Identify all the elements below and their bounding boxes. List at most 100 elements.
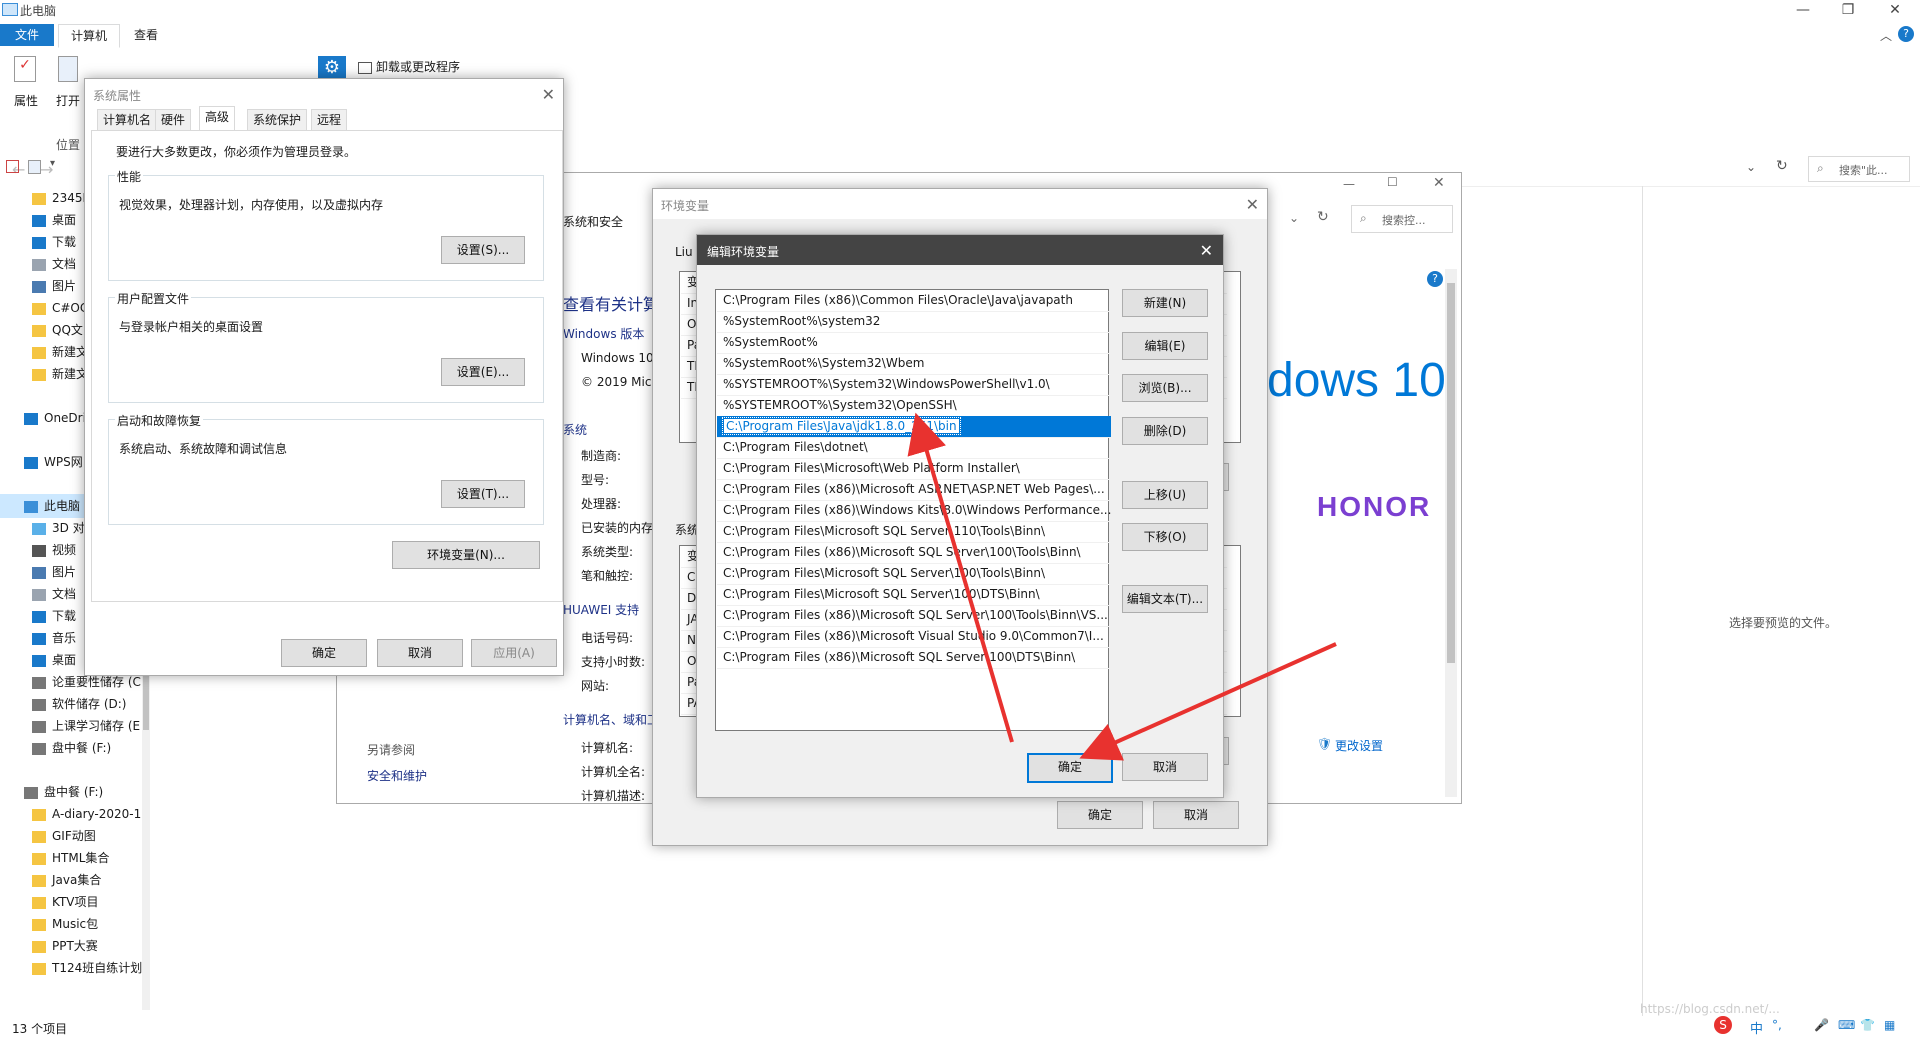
- close-icon[interactable]: ✕: [1200, 241, 1213, 260]
- path-entry[interactable]: C:\Program Files\Microsoft\Web Platform …: [717, 458, 1111, 480]
- security-link[interactable]: 安全和维护: [367, 767, 427, 784]
- sidebar-item[interactable]: 上课学习储存 (E: [0, 714, 152, 738]
- tab-hardware[interactable]: 硬件: [155, 109, 192, 130]
- profile-settings-button[interactable]: 设置(E)...: [441, 358, 525, 386]
- chevron-down-icon[interactable]: ⌄: [1289, 211, 1299, 225]
- ok-button[interactable]: 确定: [1027, 753, 1113, 783]
- path-entry[interactable]: %SYSTEMROOT%\System32\WindowsPowerShell\…: [717, 374, 1111, 396]
- scroll-thumb[interactable]: [1447, 283, 1455, 663]
- keyboard-icon[interactable]: ⌨: [1838, 1018, 1855, 1032]
- sidebar-item[interactable]: A-diary-2020-1: [0, 802, 152, 826]
- grid-icon[interactable]: ▦: [1884, 1018, 1895, 1032]
- open-icon[interactable]: [58, 56, 78, 82]
- settings-icon[interactable]: ⚙: [318, 56, 346, 80]
- path-entry[interactable]: C:\Program Files (x86)\Microsoft ASP.NET…: [717, 479, 1111, 501]
- change-settings-link[interactable]: 更改设置: [1335, 737, 1383, 754]
- environment-variables-button[interactable]: 环境变量(N)...: [392, 541, 540, 569]
- ok-button[interactable]: 确定: [281, 639, 367, 667]
- dropdown-icon[interactable]: ⌄: [1746, 160, 1756, 174]
- sidebar-item[interactable]: Java集合: [0, 868, 152, 892]
- tab-view[interactable]: 查看: [122, 24, 170, 46]
- cancel-button[interactable]: 取消: [1153, 801, 1239, 829]
- close-icon[interactable]: ✕: [542, 85, 555, 104]
- sidebar-item[interactable]: HTML集合: [0, 846, 152, 870]
- scrollbar[interactable]: [1445, 269, 1457, 797]
- minimize-icon[interactable]: —: [1343, 177, 1355, 191]
- move-down-button[interactable]: 下移(O): [1122, 523, 1208, 551]
- startup-settings-button[interactable]: 设置(T)...: [441, 480, 525, 508]
- search-box[interactable]: ⌕ 搜索"此...: [1808, 156, 1910, 182]
- sidebar-item-label: QQ文: [52, 323, 83, 337]
- tab-computer[interactable]: 计算机: [58, 24, 121, 48]
- refresh-icon[interactable]: ↻: [1776, 158, 1788, 174]
- performance-settings-button[interactable]: 设置(S)...: [441, 236, 525, 264]
- cancel-button[interactable]: 取消: [1122, 753, 1208, 781]
- control-search-box[interactable]: ⌕ 搜索控...: [1351, 205, 1453, 233]
- path-entry[interactable]: C:\Program Files\Microsoft SQL Server\10…: [717, 563, 1111, 585]
- path-entry[interactable]: C:\Program Files (x86)\Microsoft SQL Ser…: [717, 605, 1111, 627]
- sidebar-item[interactable]: PPT大赛: [0, 934, 152, 958]
- chevron-up-icon[interactable]: ︿: [1880, 27, 1892, 44]
- sogou-icon[interactable]: S: [1714, 1016, 1732, 1034]
- path-entry[interactable]: C:\Program Files\Java\jdk1.8.0_251\bin: [717, 416, 1111, 438]
- sidebar-item[interactable]: KTV项目: [0, 890, 152, 914]
- move-up-button[interactable]: 上移(U): [1122, 481, 1208, 509]
- refresh-icon[interactable]: ↻: [1317, 209, 1329, 225]
- close-icon[interactable]: ✕: [1246, 195, 1259, 214]
- mic-icon[interactable]: 🎤: [1814, 1018, 1829, 1032]
- sidebar-item[interactable]: T124班自练计划: [0, 956, 152, 980]
- sidebar-item[interactable]: GIF动图: [0, 824, 152, 848]
- path-entry[interactable]: C:\Program Files (x86)\Microsoft SQL Ser…: [717, 542, 1111, 564]
- shirt-icon[interactable]: 👕: [1860, 1018, 1875, 1032]
- path-entry[interactable]: C:\Program Files (x86)\Microsoft Visual …: [717, 626, 1111, 648]
- path-entry[interactable]: C:\Program Files\Microsoft SQL Server\10…: [717, 584, 1111, 606]
- tab-system-protection[interactable]: 系统保护: [247, 109, 308, 130]
- ime-icon[interactable]: 中: [1750, 1018, 1763, 1037]
- punct-icon[interactable]: °,: [1772, 1018, 1782, 1032]
- uninstall-label[interactable]: 卸载或更改程序: [376, 58, 460, 75]
- checkbox-icon[interactable]: [6, 160, 19, 173]
- delete-button[interactable]: 删除(D): [1122, 417, 1208, 445]
- edit-button[interactable]: 编辑(E): [1122, 332, 1208, 360]
- sidebar-item[interactable]: Music包: [0, 912, 152, 936]
- ok-button[interactable]: 确定: [1057, 801, 1143, 829]
- path-entry[interactable]: %SYSTEMROOT%\System32\OpenSSH\: [717, 395, 1111, 417]
- sidebar-item[interactable]: 软件储存 (D:): [0, 692, 152, 716]
- path-entry[interactable]: %SystemRoot%: [717, 332, 1111, 354]
- sidebar-item[interactable]: 盘中餐 (F:): [0, 736, 152, 760]
- phone-label: 电话号码:: [581, 631, 634, 645]
- path-entry[interactable]: %SystemRoot%\system32: [717, 311, 1111, 333]
- tab-remote[interactable]: 远程: [311, 109, 348, 130]
- help-icon[interactable]: ?: [1427, 271, 1443, 287]
- browse-button[interactable]: 浏览(B)...: [1122, 374, 1208, 402]
- path-entry[interactable]: C:\Program Files (x86)\Common Files\Orac…: [717, 290, 1111, 312]
- new-button[interactable]: 新建(N): [1122, 289, 1208, 317]
- help-icon[interactable]: ?: [1898, 26, 1914, 42]
- uninstall-icon[interactable]: [358, 62, 372, 74]
- path-entry[interactable]: C:\Program Files (x86)\Windows Kits\8.0\…: [717, 500, 1111, 522]
- properties-label[interactable]: 属性: [14, 92, 38, 109]
- edit-text-button[interactable]: 编辑文本(T)...: [1122, 585, 1208, 613]
- path-entry[interactable]: C:\Program Files\Microsoft SQL Server\11…: [717, 521, 1111, 543]
- cancel-button[interactable]: 取消: [377, 639, 463, 667]
- sidebar-item-label: Java集合: [52, 873, 102, 887]
- close-icon[interactable]: ✕: [1433, 175, 1445, 191]
- open-label[interactable]: 打开: [56, 92, 80, 109]
- file-tab[interactable]: 文件: [0, 24, 54, 46]
- maximize-icon[interactable]: ☐: [1387, 175, 1398, 189]
- breadcrumb[interactable]: 系统和安全: [563, 213, 623, 230]
- minimize-icon[interactable]: —: [1780, 0, 1826, 20]
- path-entry[interactable]: C:\Program Files (x86)\Microsoft SQL Ser…: [717, 647, 1111, 669]
- close-icon[interactable]: ✕: [1872, 0, 1918, 20]
- path-entries-list[interactable]: C:\Program Files (x86)\Common Files\Orac…: [715, 289, 1111, 731]
- path-entry[interactable]: %SystemRoot%\System32\Wbem: [717, 353, 1111, 375]
- tab-advanced[interactable]: 高级: [199, 106, 236, 131]
- sidebar-item[interactable]: 盘中餐 (F:): [0, 780, 152, 804]
- apply-button[interactable]: 应用(A): [471, 639, 557, 667]
- tab-computer-name[interactable]: 计算机名: [97, 109, 158, 130]
- properties-icon[interactable]: ✓: [14, 56, 36, 82]
- chevron-down-icon[interactable]: ▾: [50, 158, 55, 169]
- page-icon[interactable]: [28, 160, 41, 174]
- restore-icon[interactable]: ❐: [1825, 0, 1871, 20]
- path-entry[interactable]: C:\Program Files\dotnet\: [717, 437, 1111, 459]
